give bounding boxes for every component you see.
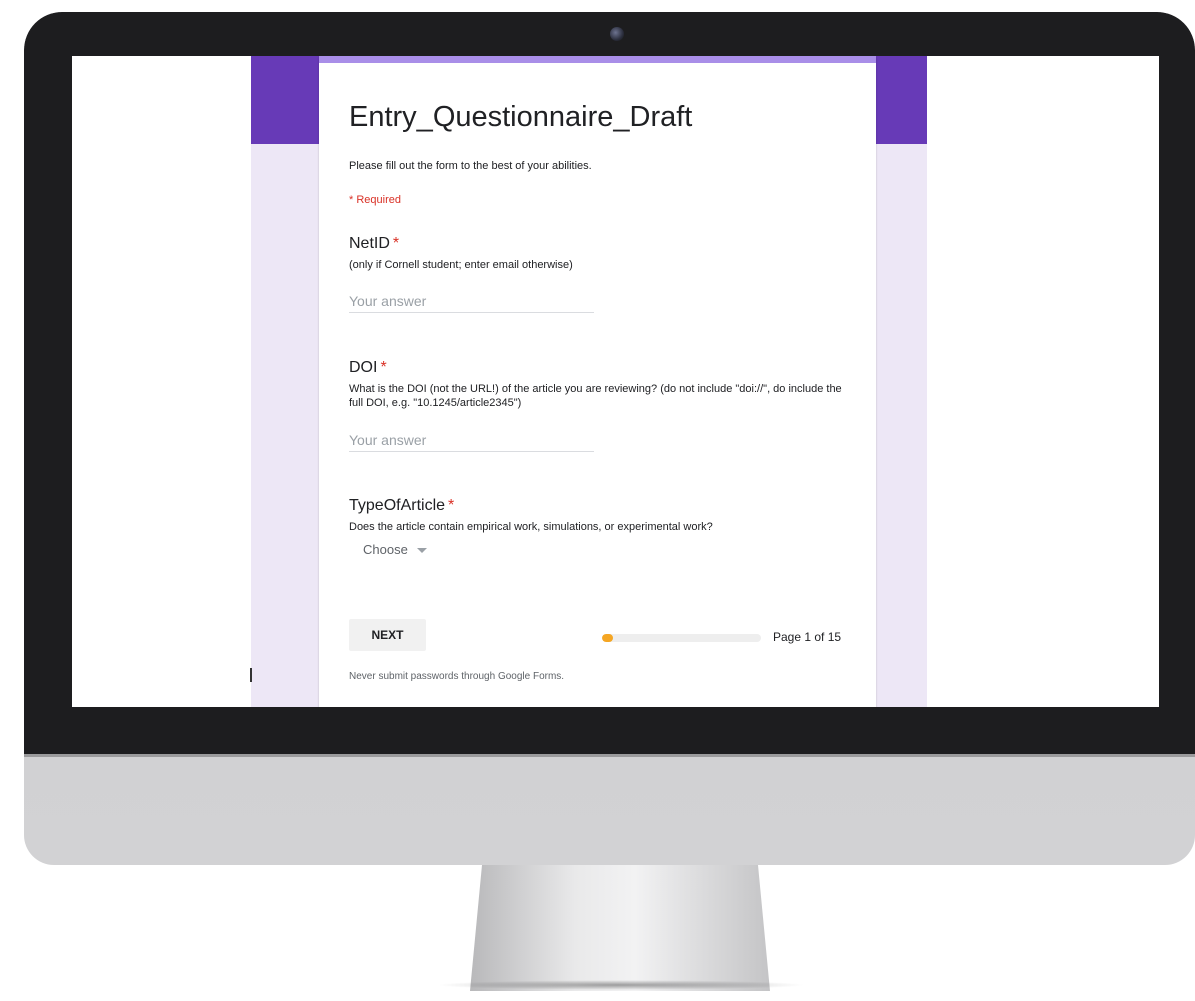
next-button[interactable]: NEXT: [349, 619, 426, 651]
question-doi-help: What is the DOI (not the URL!) of the ar…: [349, 383, 842, 409]
footer-note: Never submit passwords through Google Fo…: [349, 671, 565, 682]
form-card: Entry_Questionnaire_Draft Please fill ou…: [319, 56, 876, 707]
required-note: * Required: [349, 194, 401, 206]
question-typeofarticle-help: Does the article contain empirical work,…: [349, 521, 713, 533]
caret-down-icon: [416, 548, 427, 554]
page-count: Page 1 of 15: [773, 630, 842, 644]
question-title-text: DOI: [349, 359, 378, 376]
webcam-icon: [610, 27, 624, 41]
question-doi-title: DOI *: [349, 359, 387, 377]
progress-fill: [602, 634, 613, 642]
screen: Entry_Questionnaire_Draft Please fill ou…: [72, 56, 1159, 707]
required-star: *: [448, 497, 455, 514]
text-cursor: [250, 668, 252, 682]
question-title-text: NetID: [349, 235, 390, 252]
stand-shadow: [436, 980, 806, 990]
monitor-stand: [470, 865, 770, 991]
question-typeofarticle-title: TypeOfArticle *: [349, 497, 454, 515]
dropdown-value: Choose: [363, 542, 408, 557]
bezel-divider: [24, 754, 1195, 757]
progress-bar: [602, 634, 761, 642]
question-title-text: TypeOfArticle: [349, 497, 446, 514]
question-netid-help: (only if Cornell student; enter email ot…: [349, 259, 573, 271]
required-star: *: [392, 235, 400, 252]
doi-input[interactable]: Your answer: [349, 432, 594, 452]
form-title: Entry_Questionnaire_Draft: [349, 101, 693, 133]
typeofarticle-dropdown[interactable]: Choose: [363, 542, 427, 557]
form-description: Please fill out the form to the best of …: [349, 160, 592, 172]
required-star: *: [380, 359, 387, 376]
question-netid-title: NetID *: [349, 235, 399, 253]
netid-input[interactable]: Your answer: [349, 293, 594, 313]
